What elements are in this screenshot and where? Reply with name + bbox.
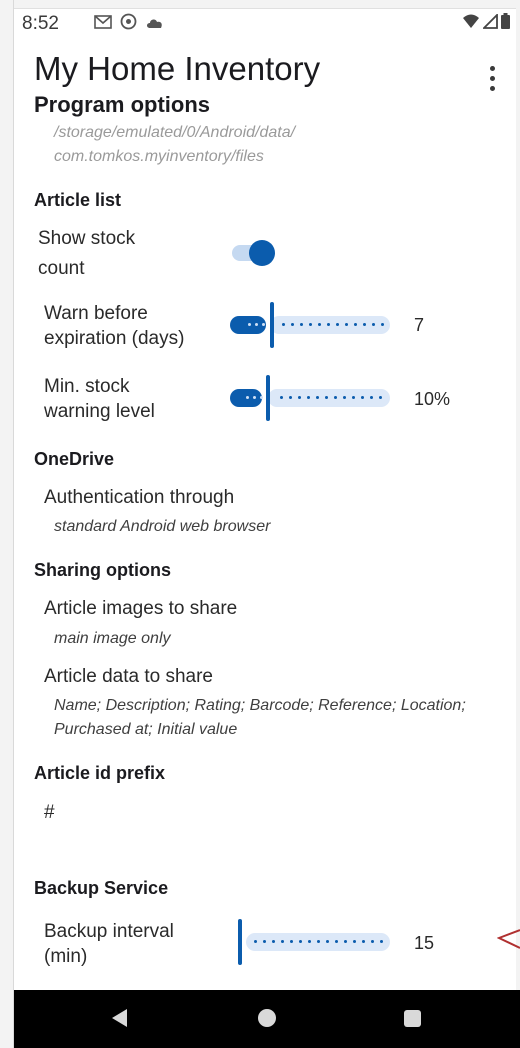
system-navigation-bar: [14, 990, 520, 1048]
article-list-heading: Article list: [34, 190, 122, 210]
article-data-title: Article data to share: [44, 666, 213, 687]
onedrive-heading: OneDrive: [34, 449, 115, 469]
authentication-value: standard Android web browser: [54, 518, 271, 535]
wifi-icon: [462, 14, 480, 34]
slider-handle[interactable]: [266, 375, 270, 421]
show-stock-label-line2: count: [38, 258, 85, 279]
backup-interval-label: Backup interval (min): [44, 919, 174, 969]
slider-inactive-ticks: [280, 396, 382, 400]
window-frame-left: [0, 0, 14, 1048]
window-frame-right: [516, 0, 520, 1048]
program-options-heading: Program options: [34, 92, 211, 117]
slider-inactive-ticks: [282, 323, 384, 327]
show-stock-label-line1: Show stock: [38, 228, 136, 249]
warn-expiration-value: 7: [414, 315, 425, 335]
sharing-options-heading: Sharing options: [34, 560, 171, 580]
backup-interval-label-line1: Backup interval: [44, 921, 174, 942]
min-stock-label-line2: warning level: [44, 401, 155, 422]
cloud-icon: [145, 15, 165, 35]
window-frame-top: [0, 0, 520, 9]
signal-icon: [481, 12, 498, 34]
overflow-menu-icon[interactable]: [482, 66, 502, 96]
status-icons-left: [94, 13, 165, 36]
status-time: 8:52: [22, 13, 59, 34]
show-stock-count-label: Show stock count: [38, 226, 135, 281]
sync-icon: [120, 13, 137, 36]
backup-interval-value: 15: [414, 933, 435, 953]
article-images-title: Article images to share: [44, 598, 238, 619]
status-icons-right: [462, 12, 510, 34]
backup-service-heading: Backup Service: [34, 878, 169, 898]
back-icon[interactable]: [112, 1009, 127, 1027]
article-id-prefix-value[interactable]: #: [44, 800, 55, 825]
edge-arrow-icon: [497, 929, 520, 949]
show-stock-count-switch[interactable]: [232, 240, 276, 266]
min-stock-value: 10%: [414, 389, 451, 409]
article-data-value-line2: Purchased at; Initial value: [54, 721, 238, 738]
slider-active-ticks: [246, 396, 263, 400]
app-title: My Home Inventory: [34, 50, 321, 87]
status-bar: 8:52: [14, 9, 516, 37]
slider-handle[interactable]: [270, 302, 274, 348]
authentication-title: Authentication through: [44, 487, 235, 508]
slider-inactive-ticks: [254, 940, 383, 944]
article-id-prefix-heading: Article id prefix: [34, 763, 166, 783]
storage-path-line1: /storage/emulated/0/Android/data/: [54, 124, 296, 141]
min-stock-label-line1: Min. stock: [44, 376, 130, 397]
warn-expiration-slider[interactable]: [230, 302, 390, 348]
battery-icon: [501, 13, 510, 34]
backup-interval-label-line2: (min): [44, 946, 88, 967]
article-data-value-line1: Name; Description; Rating; Barcode; Refe…: [54, 697, 466, 714]
backup-interval-slider[interactable]: [238, 919, 390, 965]
switch-thumb: [249, 240, 275, 266]
storage-path-line2: com.tomkos.myinventory/files: [54, 148, 264, 165]
warn-expiration-label-line1: Warn before: [44, 303, 148, 324]
article-images-value: main image only: [54, 630, 171, 647]
min-stock-label: Min. stock warning level: [44, 374, 155, 424]
slider-active-ticks: [248, 323, 265, 327]
gmail-icon: [94, 14, 112, 35]
recents-icon[interactable]: [404, 1010, 421, 1027]
min-stock-slider[interactable]: [230, 375, 390, 421]
slider-handle[interactable]: [238, 919, 242, 965]
warn-expiration-label-line2: expiration (days): [44, 328, 185, 349]
home-icon[interactable]: [258, 1009, 276, 1027]
warn-expiration-label: Warn before expiration (days): [44, 301, 184, 351]
